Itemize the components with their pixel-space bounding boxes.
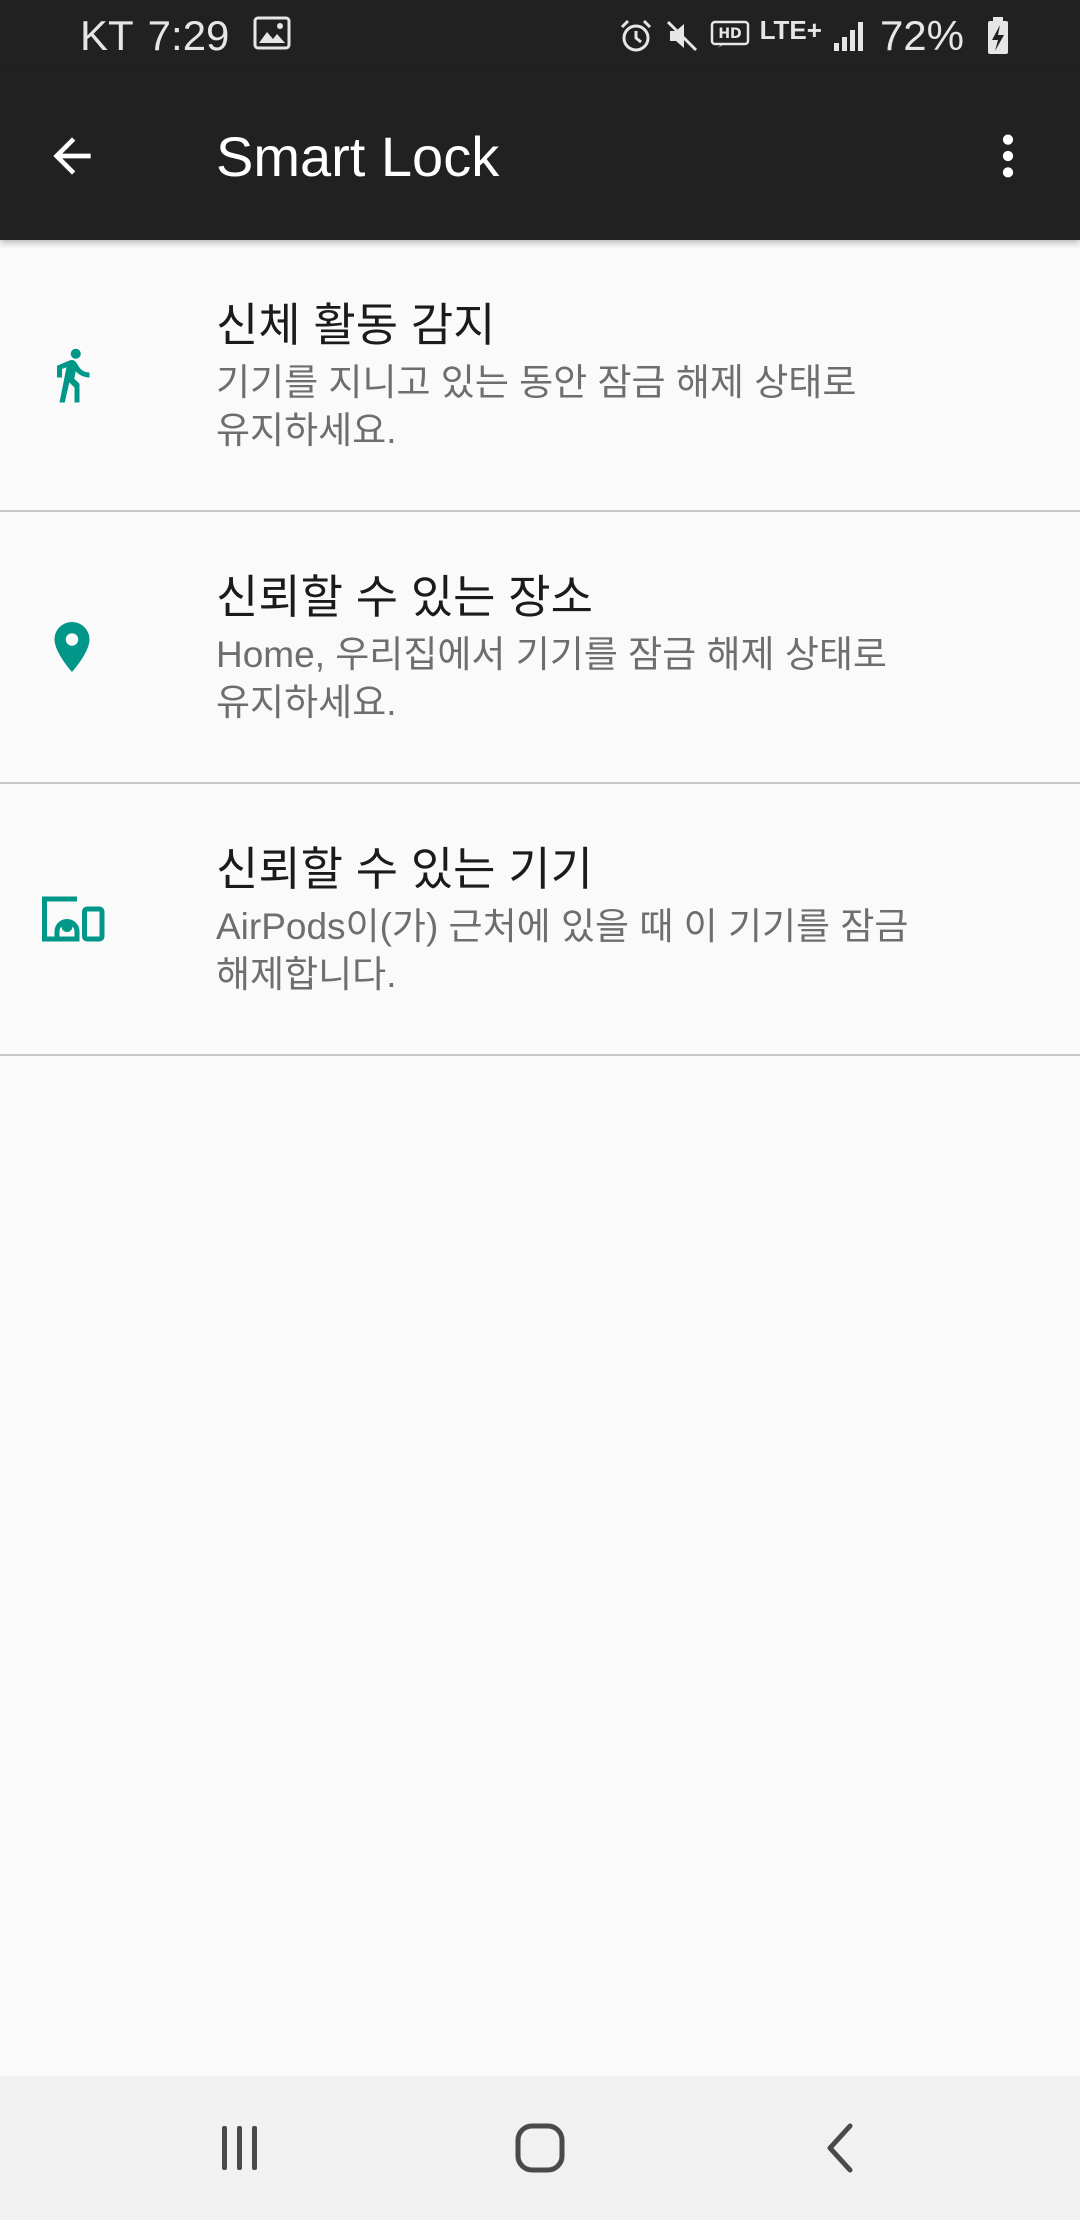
list-item-title: 신체 활동 감지 <box>216 299 496 351</box>
svg-text:HD: HD <box>718 26 741 42</box>
list-item-description: 기기를 지니고 있는 동안 잠금 해제 상태로 유지하세요. <box>216 359 990 455</box>
arrow-back-icon[interactable] <box>30 114 114 198</box>
home-icon[interactable] <box>450 2076 630 2220</box>
status-left: KT 7:29 <box>80 0 291 72</box>
description-line: AirPods이(가) 근처에 있을 때 이 기기를 잠금 <box>216 906 909 947</box>
list-item-description: AirPods이(가) 근처에 있을 때 이 기기를 잠금 해제합니다. <box>216 903 990 999</box>
hd-voice-icon: HD <box>710 19 750 53</box>
carrier-label: KT <box>80 12 134 59</box>
list-item-text: 신뢰할 수 있는 장소 Home, 우리집에서 기기를 잠금 해제 상태로 유지… <box>216 567 990 727</box>
description-line: 기기를 지니고 있는 동안 잠금 해제 상태로 <box>216 362 857 403</box>
description-line: 해제합니다. <box>216 954 397 995</box>
navigation-bar <box>0 2076 1080 2220</box>
status-time: 7:29 <box>147 12 230 59</box>
mute-icon <box>664 18 700 54</box>
signal-icon <box>832 19 866 53</box>
battery-charging-icon <box>986 16 1010 56</box>
app-bar: Smart Lock <box>0 72 1080 240</box>
status-right: HD LTE+ 72% <box>608 0 1010 72</box>
battery-percent: 72% <box>879 12 964 59</box>
description-line: 유지하세요. <box>216 410 397 451</box>
list-item-trusted-devices[interactable]: 신뢰할 수 있는 기기 AirPods이(가) 근처에 있을 때 이 기기를 잠… <box>0 784 1080 1056</box>
status-bar: KT 7:29 HD LTE+ 72% <box>0 0 1080 72</box>
list-item-trusted-places[interactable]: 신뢰할 수 있는 장소 Home, 우리집에서 기기를 잠금 해제 상태로 유지… <box>0 512 1080 784</box>
devices-icon <box>36 883 108 955</box>
gallery-icon <box>253 12 291 60</box>
list-item-text: 신체 활동 감지 기기를 지니고 있는 동안 잠금 해제 상태로 유지하세요. <box>216 295 990 455</box>
list-item-text: 신뢰할 수 있는 기기 AirPods이(가) 근처에 있을 때 이 기기를 잠… <box>216 839 990 999</box>
location-pin-icon <box>36 611 108 683</box>
description-line: Home, 우리집에서 기기를 잠금 해제 상태로 <box>216 634 887 675</box>
list-item-description: Home, 우리집에서 기기를 잠금 해제 상태로 유지하세요. <box>216 631 990 727</box>
alarm-icon <box>618 18 654 54</box>
page-title: Smart Lock <box>216 124 500 188</box>
more-vert-icon[interactable] <box>966 114 1050 198</box>
list-item-on-body-detection[interactable]: 신체 활동 감지 기기를 지니고 있는 동안 잠금 해제 상태로 유지하세요. <box>0 240 1080 512</box>
walking-person-icon <box>36 339 108 411</box>
lte-icon: LTE+ <box>759 15 822 45</box>
list-item-title: 신뢰할 수 있는 장소 <box>216 571 593 623</box>
smart-lock-options: 신체 활동 감지 기기를 지니고 있는 동안 잠금 해제 상태로 유지하세요. … <box>0 240 1080 1056</box>
description-line: 유지하세요. <box>216 682 397 723</box>
list-item-title: 신뢰할 수 있는 기기 <box>216 843 593 895</box>
recent-apps-icon[interactable] <box>150 2076 330 2220</box>
back-icon[interactable] <box>750 2076 930 2220</box>
